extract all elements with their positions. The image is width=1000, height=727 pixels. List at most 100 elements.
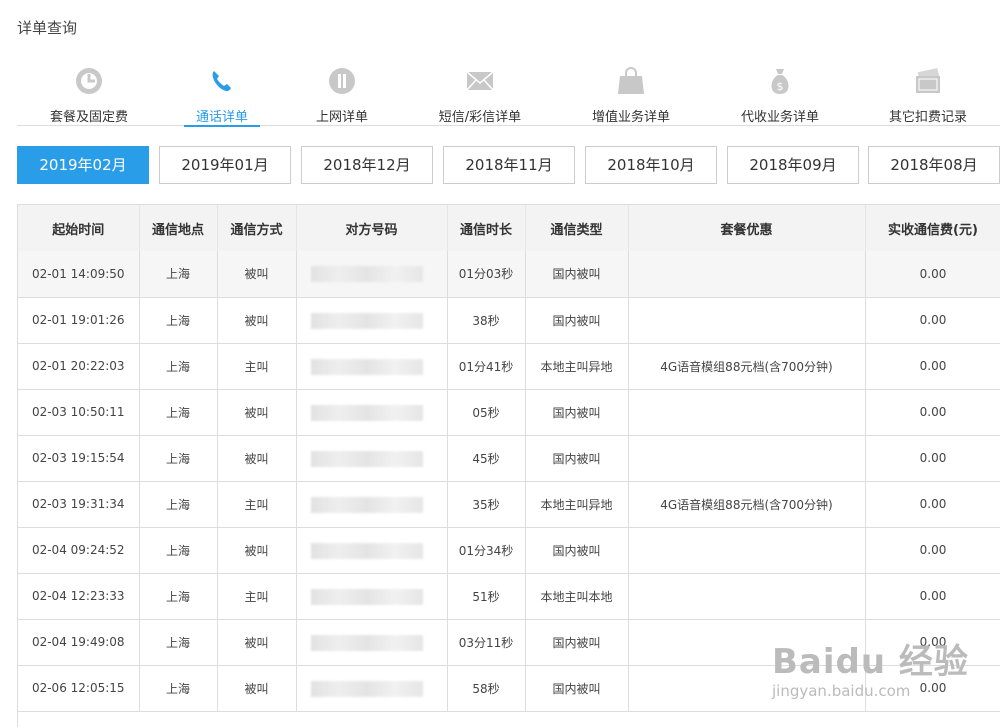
duration-cell: 35秒: [447, 481, 526, 528]
call-type-cell: 国内被叫: [525, 619, 629, 666]
redacted-number-mask: [310, 312, 423, 329]
table-row: 02-03 19:15:54 上海 被叫 45秒 国内被叫 0.00: [18, 435, 1000, 482]
watermark-url: jingyan.baidu.com: [772, 682, 911, 700]
call-type-cell: 本地主叫异地: [525, 343, 629, 390]
start-time-cell: 02-04 19:49:08: [18, 619, 140, 666]
table-row: 02-01 14:09:50 上海 被叫 01分03秒 国内被叫 0.00: [18, 251, 1000, 298]
fee-cell: 0.00: [865, 343, 1000, 390]
fee-cell: 0.00: [865, 573, 1000, 620]
peer-number-cell: [296, 573, 448, 620]
location-cell: 上海: [139, 251, 218, 298]
column-header: 通信类型: [525, 205, 629, 251]
tab-other-charges[interactable]: 其它扣费记录: [868, 62, 988, 126]
page-title: 详单查询: [17, 19, 78, 37]
call-type-cell: 国内被叫: [525, 665, 629, 712]
network-icon: [329, 68, 355, 94]
column-header: 通信地点: [139, 205, 218, 251]
call-mode-cell: 被叫: [217, 665, 297, 712]
duration-cell: 51秒: [447, 573, 526, 620]
location-cell: 上海: [139, 481, 218, 528]
month-button-2018-12[interactable]: 2018年12月: [301, 146, 433, 184]
tab-value-added-details[interactable]: 增值业务详单: [571, 62, 691, 126]
duration-cell: 03分11秒: [447, 619, 526, 666]
peer-number-cell: [296, 251, 448, 298]
start-time-cell: 02-04 09:24:52: [18, 527, 140, 574]
redacted-number-mask: [310, 634, 423, 651]
table-header-row: 起始时间 通信地点 通信方式 对方号码 通信时长 通信类型 套餐优惠 实收通信费…: [18, 205, 1000, 251]
duration-cell: 38秒: [447, 297, 526, 344]
peer-number-cell: [296, 527, 448, 574]
column-header: 起始时间: [18, 205, 140, 251]
call-mode-cell: 被叫: [217, 297, 297, 344]
tab-label: 代收业务详单: [740, 110, 819, 125]
location-cell: 上海: [139, 297, 218, 344]
peer-number-cell: [296, 435, 448, 482]
package-discount-cell: [628, 573, 866, 620]
call-mode-cell: 主叫: [217, 481, 297, 528]
fee-cell: 0.00: [865, 481, 1000, 528]
phone-icon: [212, 71, 231, 92]
table-row: 02-03 19:31:34 上海 主叫 35秒 本地主叫异地 4G语音模组88元档(含7…: [18, 481, 1000, 528]
peer-number-cell: [296, 665, 448, 712]
fee-cell: 0.00: [865, 389, 1000, 436]
month-button-2018-10[interactable]: 2018年10月: [585, 146, 717, 184]
column-header: 通信方式: [217, 205, 297, 251]
package-discount-cell: [628, 527, 866, 574]
call-mode-cell: 被叫: [217, 527, 297, 574]
watermark-logo: Baidu 经验: [772, 642, 969, 682]
tab-call-details[interactable]: 通话详单: [162, 62, 282, 127]
redacted-number-mask: [310, 542, 423, 559]
location-cell: 上海: [139, 389, 218, 436]
month-button-2019-02[interactable]: 2019年02月: [17, 146, 149, 184]
tab-internet-details[interactable]: 上网详单: [282, 62, 402, 126]
fee-cell: 0.00: [865, 527, 1000, 574]
duration-cell: 01分34秒: [447, 527, 526, 574]
package-discount-cell: [628, 297, 866, 344]
redacted-number-mask: [310, 358, 423, 375]
call-type-cell: 国内被叫: [525, 389, 629, 436]
duration-cell: 01分03秒: [447, 251, 526, 298]
duration-cell: 01分41秒: [447, 343, 526, 390]
call-mode-cell: 被叫: [217, 251, 297, 298]
redacted-number-mask: [310, 266, 423, 282]
peer-number-cell: [296, 343, 448, 390]
wallet-icon: [916, 68, 941, 93]
envelope-icon: [466, 71, 494, 91]
call-mode-cell: 主叫: [217, 573, 297, 620]
tab-collection-details[interactable]: $ 代收业务详单: [720, 62, 840, 126]
package-discount-cell: 4G语音模组88元档(含700分钟): [628, 481, 866, 528]
month-button-2018-11[interactable]: 2018年11月: [443, 146, 575, 184]
tab-sms-mms-details[interactable]: 短信/彩信详单: [420, 62, 540, 126]
location-cell: 上海: [139, 527, 218, 574]
duration-cell: 58秒: [447, 665, 526, 712]
redacted-number-mask: [310, 404, 423, 421]
money-bag-icon: $: [771, 69, 789, 94]
tab-label: 套餐及固定费: [49, 110, 128, 125]
duration-cell: 45秒: [447, 435, 526, 482]
call-mode-cell: 被叫: [217, 389, 297, 436]
call-type-cell: 国内被叫: [525, 251, 629, 298]
call-mode-cell: 主叫: [217, 343, 297, 390]
fee-cell: 0.00: [865, 435, 1000, 482]
month-button-2018-09[interactable]: 2018年09月: [727, 146, 859, 184]
location-cell: 上海: [139, 665, 218, 712]
location-cell: 上海: [139, 573, 218, 620]
column-header: 套餐优惠: [628, 205, 866, 251]
tab-label: 其它扣费记录: [888, 110, 967, 125]
redacted-number-mask: [310, 496, 423, 513]
package-discount-cell: [628, 389, 866, 436]
month-button-2019-01[interactable]: 2019年01月: [159, 146, 291, 184]
start-time-cell: 02-03 19:15:54: [18, 435, 140, 482]
start-time-cell: 02-06 12:05:15: [18, 665, 140, 712]
start-time-cell: 02-01 20:22:03: [18, 343, 140, 390]
start-time-cell: 02-01 14:09:50: [18, 251, 140, 298]
start-time-cell: 02-01 19:01:26: [18, 297, 140, 344]
month-button-2018-08[interactable]: 2018年08月: [868, 146, 1000, 184]
shopping-bag-icon: [618, 67, 644, 94]
tab-package-fixed-fee[interactable]: 套餐及固定费: [29, 62, 149, 126]
peer-number-cell: [296, 481, 448, 528]
table-row: 02-01 20:22:03 上海 主叫 01分41秒 本地主叫异地 4G语音模组88元档…: [18, 343, 1000, 390]
month-selector: 2019年02月 2019年01月 2018年12月 2018年11月 2018…: [17, 146, 1000, 184]
start-time-cell: 02-03 19:31:34: [18, 481, 140, 528]
call-type-cell: 国内被叫: [525, 435, 629, 482]
